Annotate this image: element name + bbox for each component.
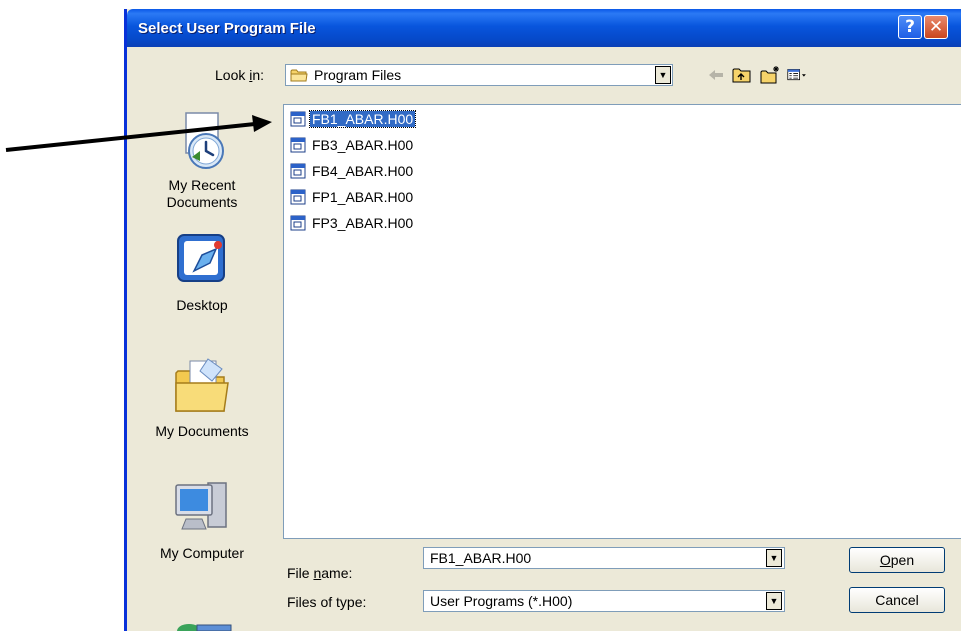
help-icon: ? bbox=[905, 17, 915, 37]
places-my-documents[interactable]: My Documents bbox=[127, 353, 277, 440]
cancel-button[interactable]: Cancel bbox=[849, 587, 945, 613]
select-user-program-file-dialog: Select User Program File ? ✕ Look in: Pr… bbox=[124, 9, 961, 631]
recent-documents-icon bbox=[185, 112, 224, 169]
file-name: FP1_ABAR.H00 bbox=[312, 189, 414, 205]
new-folder-icon[interactable] bbox=[759, 65, 781, 85]
places-recent-documents[interactable]: My Recent Documents bbox=[127, 111, 277, 211]
look-in-label-pre: Look bbox=[215, 67, 250, 83]
file-name: FB1_ABAR.H00 bbox=[308, 110, 417, 128]
title-bar[interactable]: Select User Program File ? ✕ bbox=[127, 9, 961, 47]
look-in-combobox[interactable]: Program Files ▼ bbox=[285, 64, 673, 86]
places-my-computer-label: My Computer bbox=[159, 545, 245, 561]
view-menu-icon[interactable] bbox=[787, 65, 809, 85]
open-button[interactable]: Open bbox=[849, 547, 945, 573]
chevron-down-icon: ▼ bbox=[769, 553, 779, 563]
close-button[interactable]: ✕ bbox=[924, 15, 948, 39]
file-name-input[interactable]: FB1_ABAR.H00 bbox=[430, 550, 531, 566]
look-in-dropdown-button[interactable]: ▼ bbox=[655, 66, 671, 84]
files-of-type-combobox[interactable]: User Programs (*.H00) ▼ bbox=[423, 590, 785, 612]
look-in-label-post: n: bbox=[252, 67, 265, 83]
desktop-icon bbox=[177, 234, 225, 282]
program-file-icon bbox=[290, 111, 306, 127]
open-button-label: pen bbox=[890, 552, 915, 568]
file-item[interactable]: FB1_ABAR.H00 bbox=[288, 110, 417, 128]
file-item[interactable]: FB4_ABAR.H00 bbox=[288, 162, 415, 180]
file-name-label: File name: bbox=[287, 565, 352, 581]
program-file-icon bbox=[290, 215, 306, 231]
up-one-level-icon[interactable] bbox=[731, 65, 753, 85]
places-desktop-label: Desktop bbox=[176, 297, 228, 313]
file-name-dropdown-button[interactable]: ▼ bbox=[766, 549, 782, 567]
open-button-accel: O bbox=[879, 552, 891, 568]
chevron-down-icon: ▼ bbox=[769, 596, 779, 606]
close-icon: ✕ bbox=[928, 17, 944, 37]
back-icon[interactable] bbox=[705, 65, 727, 85]
places-recent-label-line1: My Recent bbox=[168, 177, 236, 193]
places-my-computer[interactable]: My Computer bbox=[127, 475, 277, 562]
file-name: FB4_ABAR.H00 bbox=[312, 163, 414, 179]
places-my-documents-label: My Documents bbox=[155, 423, 249, 439]
file-item[interactable]: FP1_ABAR.H00 bbox=[288, 188, 415, 206]
my-documents-icon bbox=[175, 358, 229, 412]
file-name-label-pre: File bbox=[287, 565, 314, 581]
places-recent-label-line2: Documents bbox=[166, 194, 238, 210]
file-name-label-post: ame: bbox=[321, 565, 353, 581]
file-name: FB3_ABAR.H00 bbox=[312, 137, 414, 153]
screenshot-stage: Select User Program File ? ✕ Look in: Pr… bbox=[0, 0, 961, 631]
program-file-icon bbox=[290, 163, 306, 179]
my-computer-icon bbox=[175, 482, 227, 530]
file-item[interactable]: FP3_ABAR.H00 bbox=[288, 214, 415, 232]
places-desktop[interactable]: Desktop bbox=[127, 231, 277, 314]
folder-icon bbox=[290, 69, 308, 82]
dialog-title: Select User Program File bbox=[138, 20, 316, 37]
files-of-type-value: User Programs (*.H00) bbox=[430, 593, 573, 609]
network-places-icon[interactable] bbox=[173, 623, 233, 631]
file-list[interactable]: FB1_ABAR.H00 FB3_ABAR.H00 FB4_ABAR.H00 F… bbox=[283, 104, 961, 539]
program-file-icon bbox=[290, 137, 306, 153]
file-item[interactable]: FB3_ABAR.H00 bbox=[288, 136, 415, 154]
file-name: FP3_ABAR.H00 bbox=[312, 215, 414, 231]
look-in-label: Look in: bbox=[215, 67, 264, 83]
help-button[interactable]: ? bbox=[898, 15, 922, 39]
file-name-combobox[interactable]: FB1_ABAR.H00 ▼ bbox=[423, 547, 785, 569]
program-file-icon bbox=[290, 189, 306, 205]
files-of-type-label: Files of type: bbox=[287, 594, 367, 610]
chevron-down-icon: ▼ bbox=[658, 70, 668, 80]
look-in-value: Program Files bbox=[314, 67, 402, 83]
files-of-type-dropdown-button[interactable]: ▼ bbox=[766, 592, 782, 610]
